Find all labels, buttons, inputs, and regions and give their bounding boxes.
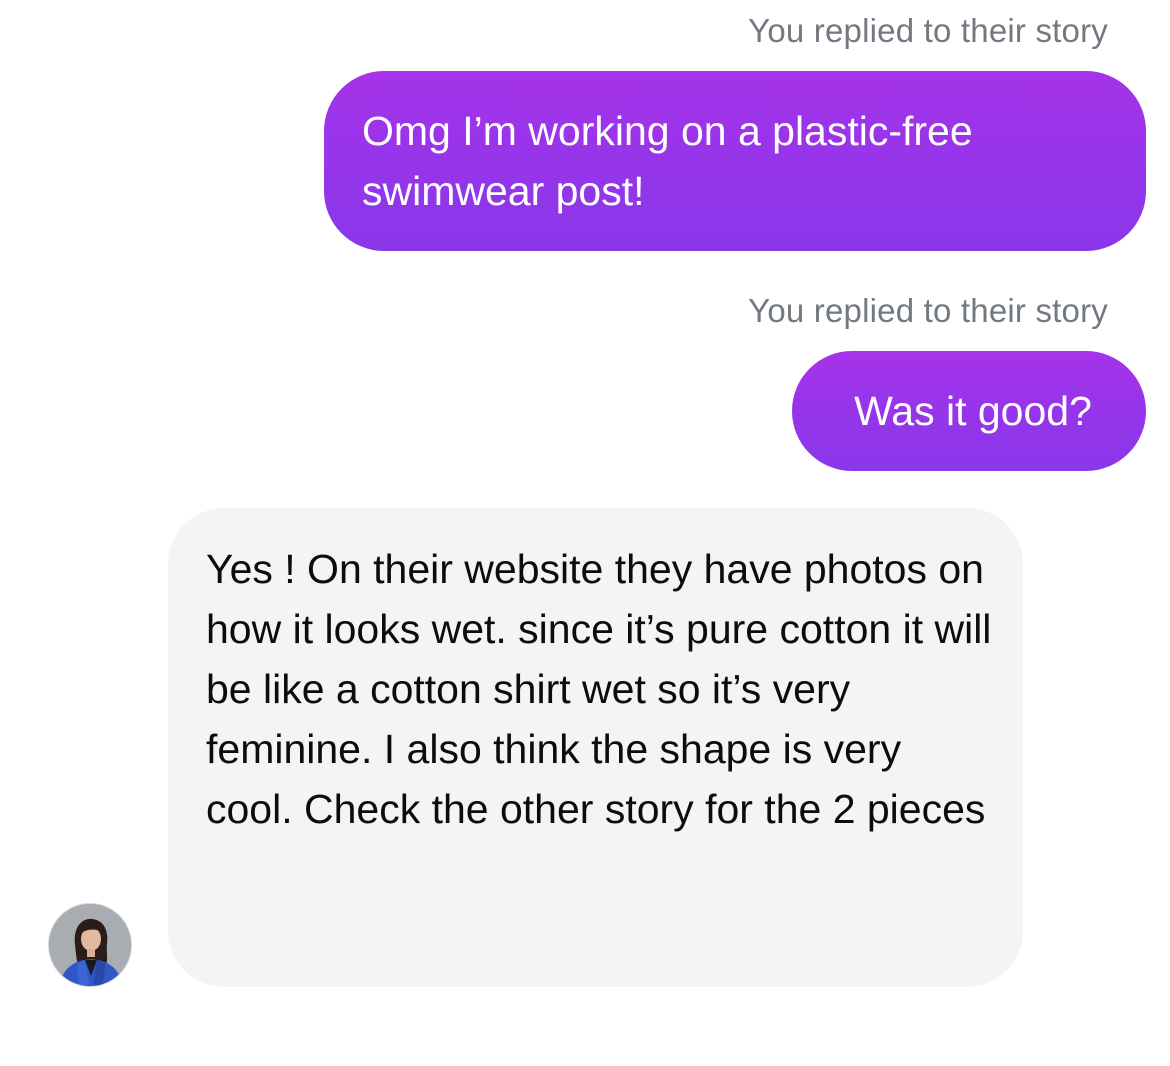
outgoing-message-bubble[interactable]: Was it good? xyxy=(792,351,1146,471)
partial-label-cropped xyxy=(213,1028,222,1066)
sender-avatar-icon[interactable] xyxy=(48,903,132,987)
profile-photo-avatar xyxy=(49,904,131,986)
story-reply-label: You replied to their story xyxy=(748,12,1108,49)
message-text: Yes ! On their website they have photos … xyxy=(206,546,992,832)
outgoing-message-bubble[interactable]: Omg I’m working on a plastic-free swimwe… xyxy=(324,71,1146,251)
message-text: Omg I’m working on a plastic-free swimwe… xyxy=(362,108,973,214)
message-text: Was it good? xyxy=(854,388,1092,434)
incoming-message-bubble[interactable]: Yes ! On their website they have photos … xyxy=(168,508,1023,987)
story-reply-label: You replied to their story xyxy=(748,292,1108,329)
